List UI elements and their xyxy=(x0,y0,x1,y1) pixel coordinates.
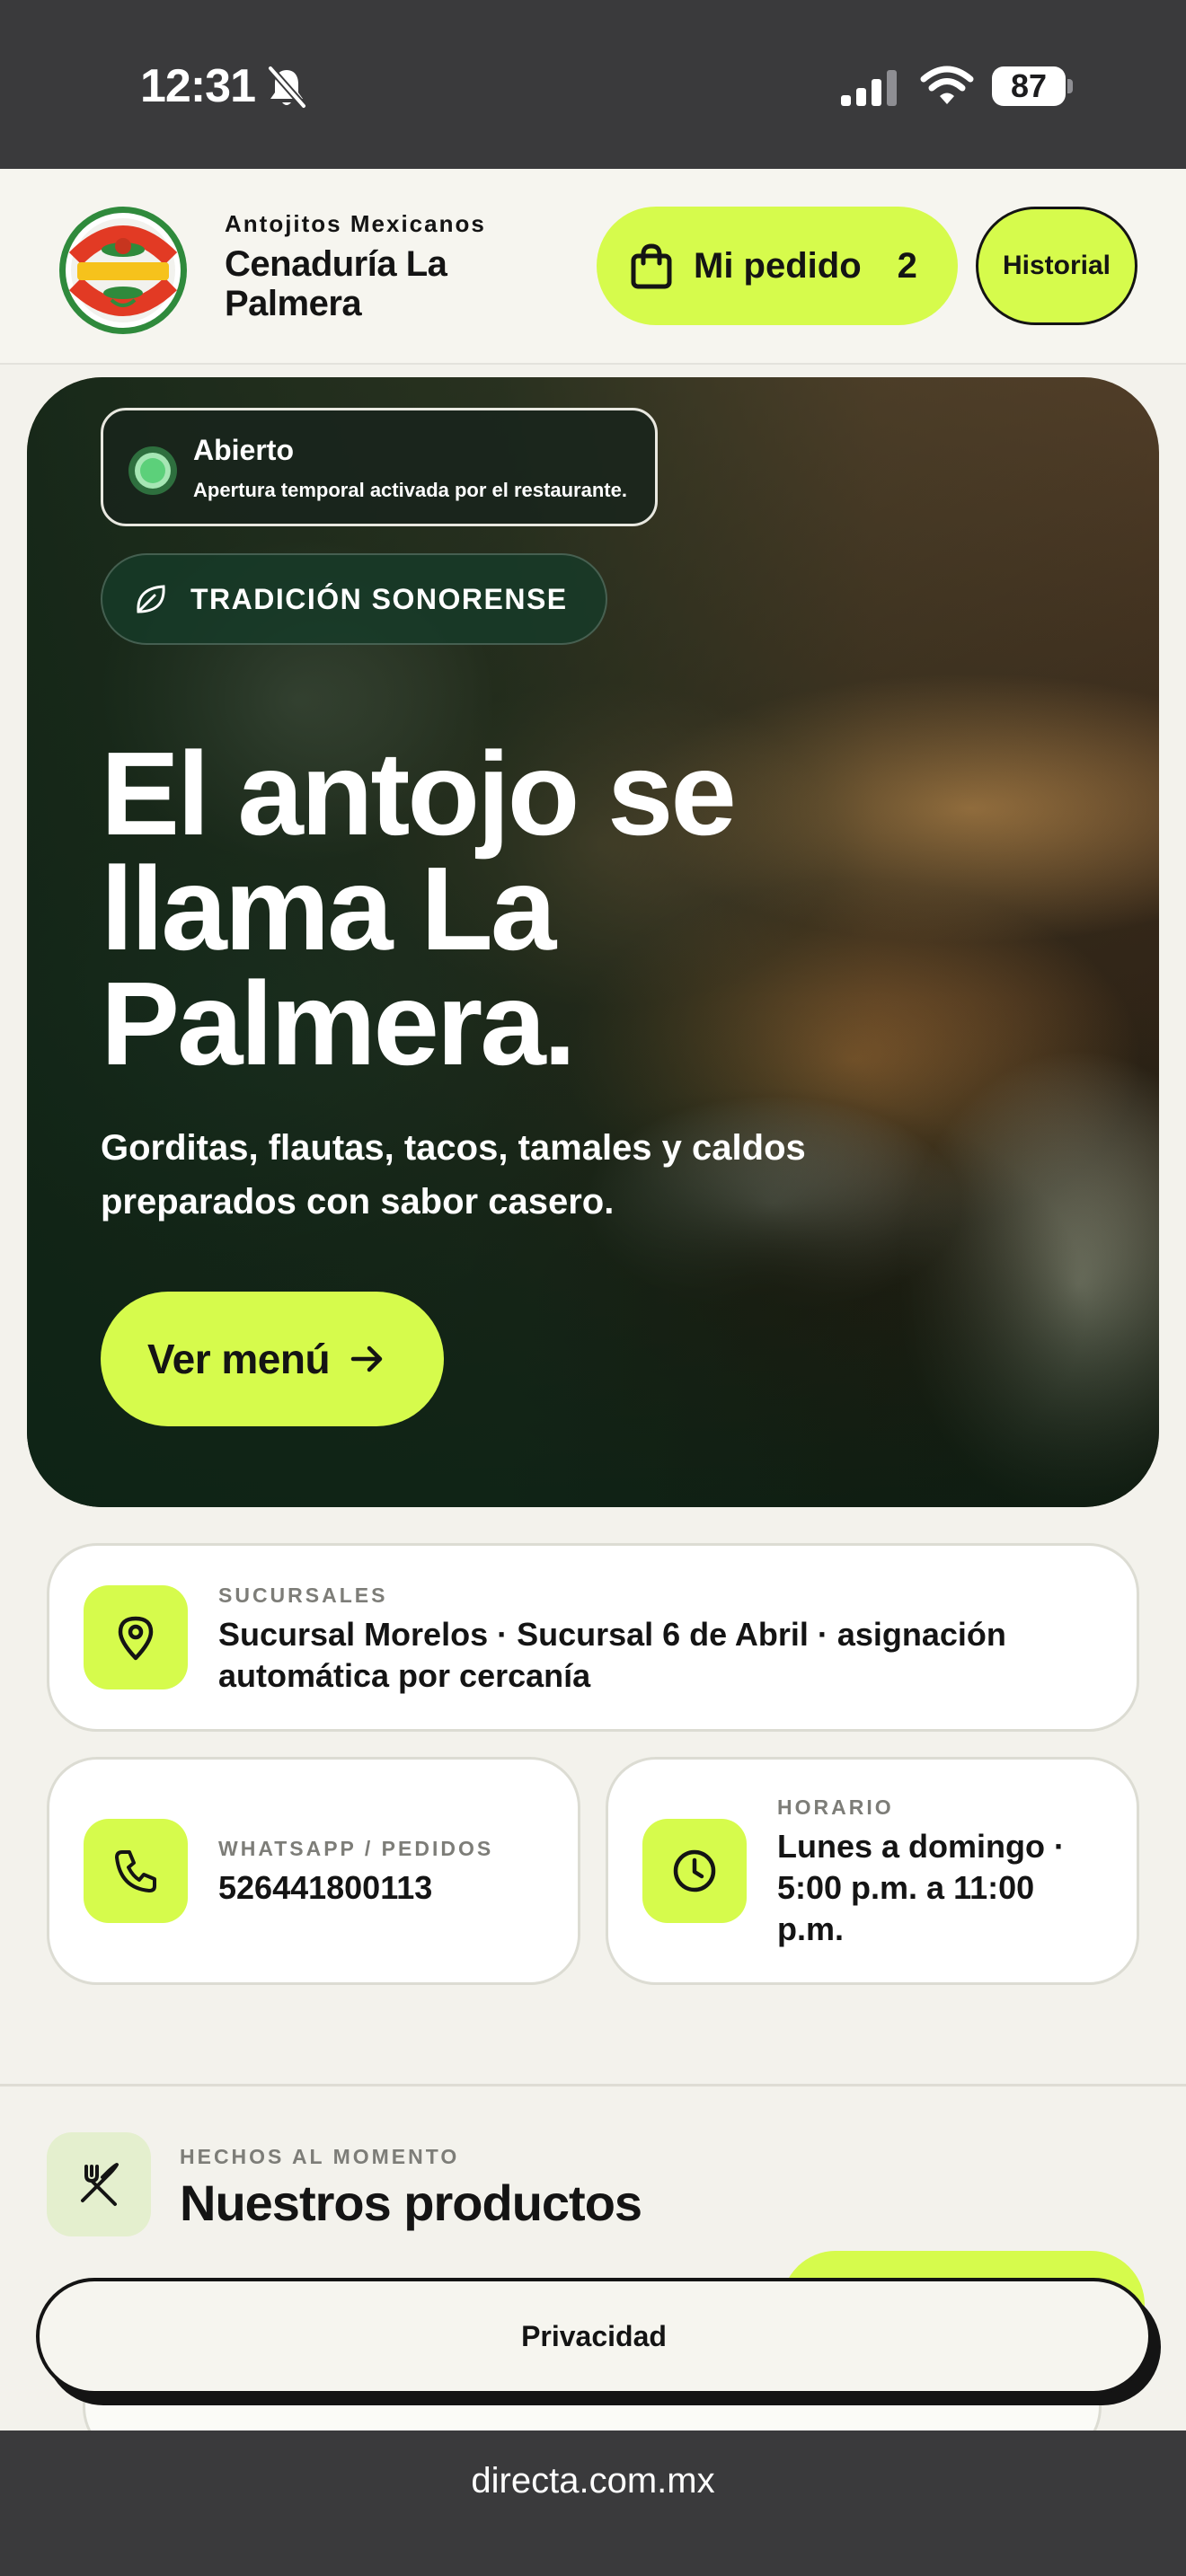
view-menu-label: Ver menú xyxy=(147,1336,331,1382)
location-pin-icon xyxy=(84,1585,188,1689)
arrow-right-icon xyxy=(350,1345,383,1372)
wifi-icon xyxy=(920,66,974,104)
cenaduria-logo[interactable] xyxy=(58,205,189,336)
cellular-signal-icon xyxy=(841,70,897,106)
bell-slash-icon xyxy=(267,66,307,109)
fork-knife-icon xyxy=(47,2132,151,2236)
branches-value: Sucursal Morelos · Sucursal 6 de Abril ·… xyxy=(218,1616,1006,1694)
browser-url-bar[interactable]: directa.com.mx xyxy=(0,2430,1186,2576)
hero-banner: Abierto Apertura temporal activada por e… xyxy=(27,377,1159,1507)
brand-name[interactable]: Cenaduría La Palmera xyxy=(225,244,485,323)
whatsapp-number[interactable]: 526441800113 xyxy=(218,1867,560,1909)
view-menu-button[interactable]: Ver menú xyxy=(101,1292,444,1426)
phone-icon xyxy=(84,1819,188,1923)
hero-subtitle: Gorditas, flautas, tacos, tamales y cald… xyxy=(101,1128,806,1222)
open-status-badge: Abierto Apertura temporal activada por e… xyxy=(101,408,658,526)
products-title: Nuestros productos xyxy=(180,2175,642,2231)
tradition-label: TRADICIÓN SONORENSE xyxy=(190,582,568,615)
status-bar: 12:31 87 xyxy=(0,0,1186,169)
open-status-dot-icon xyxy=(128,446,177,495)
site-header: Antojitos Mexicanos Cenaduría La Palmera… xyxy=(0,169,1186,365)
products-kicker: HECHOS AL MOMENTO xyxy=(180,2145,460,2168)
tradition-badge: TRADICIÓN SONORENSE xyxy=(101,553,607,645)
privacy-button[interactable]: Privacidad xyxy=(36,2278,1152,2395)
branches-kicker: SUCURSALES xyxy=(218,1584,388,1607)
my-order-label: Mi pedido xyxy=(694,245,862,286)
whatsapp-kicker: WHATSAPP / PEDIDOS xyxy=(218,1837,494,1860)
battery-icon: 87 xyxy=(992,66,1073,106)
history-button[interactable]: Historial xyxy=(976,207,1137,325)
my-order-button[interactable]: Mi pedido 2 xyxy=(597,207,958,325)
order-count-badge: 2 xyxy=(897,245,917,286)
leaf-icon xyxy=(137,585,165,613)
section-divider xyxy=(0,2084,1186,2086)
brand-tagline: Antojitos Mexicanos xyxy=(225,210,486,237)
url-text[interactable]: directa.com.mx xyxy=(0,2461,1186,2501)
whatsapp-card[interactable]: WHATSAPP / PEDIDOS 526441800113 xyxy=(47,1757,580,1985)
hero-title: El antojo se llama La Palmera. xyxy=(101,728,737,1090)
hours-card: HORARIO Lunes a domingo · 5:00 p.m. a 11… xyxy=(606,1757,1139,1985)
open-status-subtitle: Apertura temporal activada por el restau… xyxy=(193,479,627,501)
branches-card: SUCURSALES Sucursal Morelos · Sucursal 6… xyxy=(47,1543,1139,1732)
shopping-bag-icon xyxy=(631,243,672,289)
hours-value: Lunes a domingo · 5:00 p.m. a 11:00 p.m. xyxy=(777,1828,1065,1947)
open-status-title: Abierto xyxy=(193,434,294,466)
clock-icon xyxy=(642,1819,747,1923)
hours-kicker: HORARIO xyxy=(777,1795,894,1819)
status-time: 12:31 xyxy=(140,60,256,112)
battery-level: 87 xyxy=(992,66,1066,106)
